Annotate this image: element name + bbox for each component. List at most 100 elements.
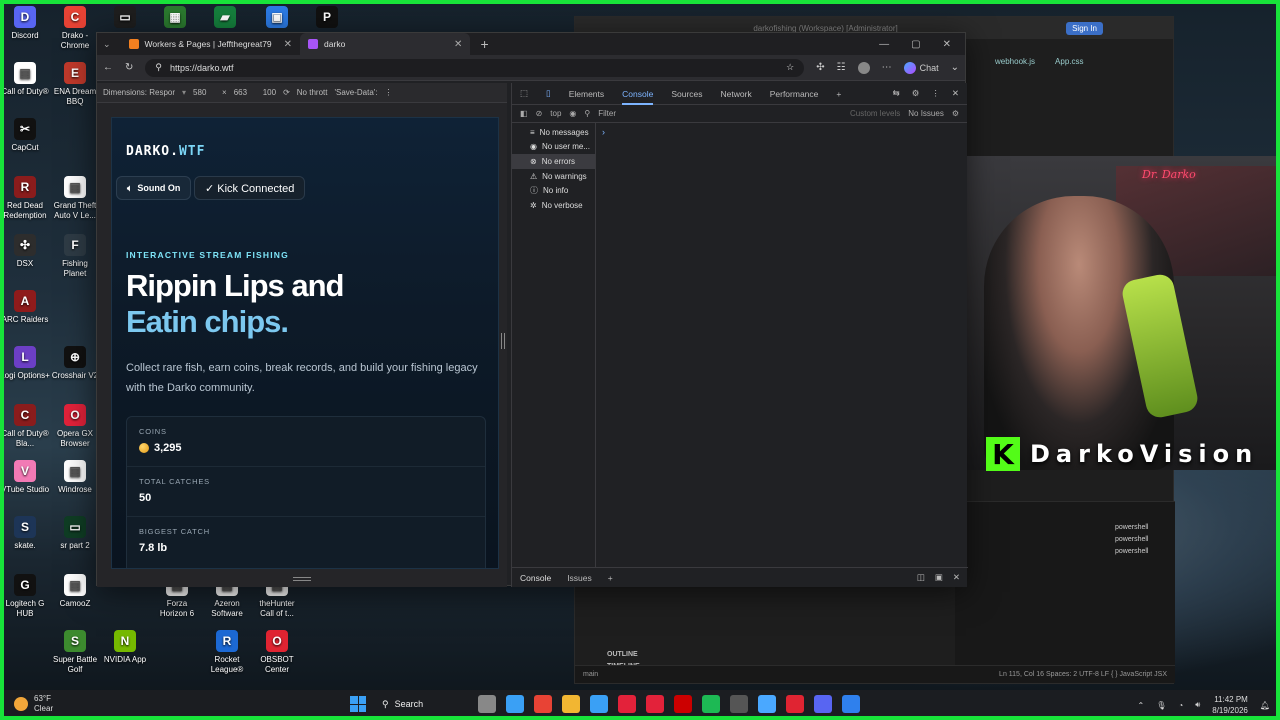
minimize-icon[interactable]: — [879, 39, 889, 50]
desktop-icon[interactable]: Sskate. [0, 516, 50, 551]
desktop-icon[interactable]: C Call of Duty® Bla... [0, 404, 50, 449]
desktop-icon[interactable]: V VTube Studio [0, 460, 50, 495]
terminal-item[interactable]: powershell [1115, 522, 1148, 534]
height-input[interactable]: 663 [234, 88, 256, 97]
rotate-icon[interactable]: ⟳ [283, 88, 290, 97]
desktop-icon[interactable]: ⊕ Crosshair V2 [50, 346, 100, 381]
terminal-item[interactable]: powershell [1115, 546, 1148, 558]
device-toggle-icon[interactable]: ▯ [546, 88, 551, 99]
browser-tab-active[interactable]: darko ✕ [300, 33, 471, 55]
taskbar-app-icon[interactable] [618, 695, 636, 713]
close-window-icon[interactable]: ✕ [943, 39, 951, 50]
more-options-icon[interactable]: ⋮ [385, 88, 393, 97]
throttle-select[interactable]: No thrott [297, 88, 328, 97]
add-tab-icon[interactable]: + [836, 89, 841, 99]
drawer-tab-console[interactable]: Console [520, 573, 551, 583]
taskbar-app-icon[interactable] [730, 695, 748, 713]
desktop-icon[interactable]: D Discord [0, 6, 50, 41]
taskbar-app-icon[interactable] [478, 695, 496, 713]
site-info-icon[interactable]: ⚲ [155, 62, 162, 73]
desktop-icon[interactable]: O Opera GX Browser [50, 404, 100, 449]
console-filter-item[interactable]: ⊗ No errors [512, 154, 595, 169]
desktop-icon[interactable]: ▤ Windrose [50, 460, 100, 495]
taskbar-app-icon[interactable] [702, 695, 720, 713]
taskbar-app-icon[interactable] [590, 695, 608, 713]
taskbar-app-icon[interactable] [674, 695, 692, 713]
desktop-icon[interactable]: ▤ Grand Theft Auto V Le... [50, 176, 100, 221]
eye-icon[interactable]: ◉ [569, 109, 576, 118]
gear-icon[interactable]: ⚙ [912, 88, 920, 99]
wifi-icon[interactable]: ◔ [1178, 701, 1183, 710]
taskbar-app-icon[interactable] [814, 695, 832, 713]
desktop-icon[interactable]: A ARC Raiders [0, 290, 50, 325]
reading-list-icon[interactable]: ☷ [837, 62, 846, 73]
desktop-icon[interactable]: ▭ [100, 6, 150, 31]
kick-connected-button[interactable]: ✓ Kick Connected [194, 176, 306, 200]
link-icon[interactable]: ⇆ [893, 88, 900, 99]
console-prompt[interactable]: › [602, 127, 605, 137]
vscode-tab[interactable]: webhook.js [995, 57, 1035, 66]
volume-icon[interactable]: 🔊︎ [1195, 700, 1200, 710]
save-data-select[interactable]: 'Save-Data': [334, 88, 377, 97]
dimensions-select[interactable]: Dimensions: Respor [103, 88, 175, 97]
git-branch[interactable]: main [583, 671, 598, 678]
chat-button[interactable]: Chat [903, 61, 939, 74]
back-icon[interactable]: ← [103, 62, 113, 73]
tab-elements[interactable]: Elements [569, 89, 604, 99]
close-drawer-icon[interactable]: ✕ [953, 572, 960, 583]
taskbar-app-icon[interactable] [534, 695, 552, 713]
desktop-icon[interactable]: ▣ [252, 6, 302, 31]
desktop-icon[interactable]: P [302, 6, 352, 31]
address-bar[interactable]: ⚲ https://darko.wtf ☆ [145, 58, 805, 77]
desktop-icon[interactable]: L Logi Options+ [0, 346, 50, 381]
dock-icon[interactable]: ◫ [917, 572, 925, 583]
taskbar-app-icon[interactable] [786, 695, 804, 713]
maximize-icon[interactable]: ▢ [911, 39, 920, 50]
desktop-icon[interactable]: ▭ sr part 2 [50, 516, 100, 551]
desktop-icon[interactable]: O OBSBOT Center [252, 630, 302, 675]
status-right[interactable]: Ln 115, Col 16 Spaces: 2 UTF-8 LF { } Ja… [999, 671, 1167, 678]
vscode-tab[interactable]: App.css [1055, 57, 1083, 66]
levels-select[interactable]: Custom levels [850, 109, 900, 118]
reload-icon[interactable]: ↻ [125, 62, 133, 73]
resize-handle-bottom[interactable] [293, 577, 311, 581]
sidebar-toggle-icon[interactable]: ◧ [520, 109, 528, 118]
taskbar-app-icon[interactable] [758, 695, 776, 713]
issues-badge[interactable]: No Issues [908, 109, 944, 118]
mic-icon[interactable]: 🎙︎ [1156, 701, 1166, 710]
tab-search-icon[interactable]: ⌄ [103, 39, 111, 50]
width-input[interactable]: 580 [193, 88, 215, 97]
desktop-icon[interactable]: F Fishing Planet [50, 234, 100, 279]
new-tab-icon[interactable]: + [480, 36, 488, 52]
drawer-tab-issues[interactable]: Issues [567, 573, 592, 583]
menu-icon[interactable]: ⋯ [882, 62, 892, 73]
bookmark-star-icon[interactable]: ☆ [786, 62, 794, 73]
add-drawer-tab-icon[interactable]: + [608, 573, 613, 583]
desktop-icon[interactable]: G Logitech G HUB [0, 574, 50, 619]
inspect-icon[interactable]: ⬚ [520, 88, 528, 99]
desktop-icon[interactable]: R Rocket League® [202, 630, 252, 675]
console-filter-item[interactable]: ⚠ No warnings [512, 169, 595, 184]
windows-start-icon[interactable] [350, 696, 366, 712]
browser-tab[interactable]: Workers & Pages | Jeffthegreat79 ✕ [121, 33, 301, 55]
desktop-icon[interactable]: ✣ DSX [0, 234, 50, 269]
taskbar-app-icon[interactable] [842, 695, 860, 713]
console-filter-item[interactable]: ≡ No messages [512, 125, 595, 140]
desktop-icon[interactable]: N NVIDIA App [100, 630, 150, 665]
chevron-up-icon[interactable]: ⌃ [1138, 701, 1145, 710]
taskbar-app-icon[interactable] [562, 695, 580, 713]
close-tab-icon[interactable]: ✕ [284, 39, 292, 50]
taskbar-search[interactable]: ⚲ Search [376, 694, 468, 714]
taskbar-app-icon[interactable] [646, 695, 664, 713]
taskbar-app-icon[interactable] [506, 695, 524, 713]
weather-widget[interactable]: 63°F Clear [14, 694, 53, 714]
notification-icon[interactable]: 🔔︎ [1260, 701, 1270, 710]
profile-avatar[interactable] [857, 61, 870, 74]
resize-handle[interactable] [501, 333, 505, 349]
outline-header[interactable]: OUTLINE [607, 649, 640, 661]
console-filter-item[interactable]: ⓘ No info [512, 183, 595, 198]
desktop-icon[interactable]: ▰ [200, 6, 250, 31]
clock[interactable]: 11:42 PM 8/19/2026 [1212, 694, 1248, 716]
context-select[interactable]: top [550, 109, 561, 118]
tab-sources[interactable]: Sources [671, 89, 702, 99]
